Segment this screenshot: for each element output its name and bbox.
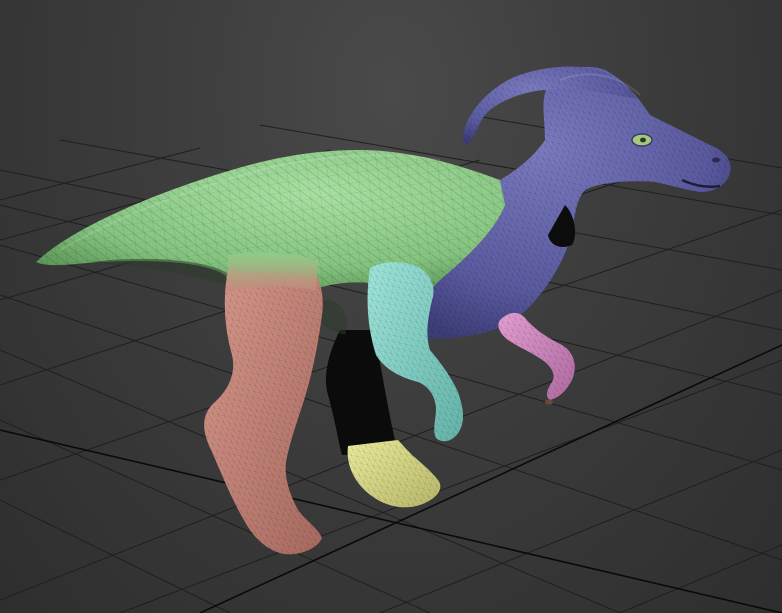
hind-foot-left bbox=[347, 440, 441, 508]
viewport-canvas[interactable] bbox=[0, 0, 782, 613]
eye bbox=[631, 133, 653, 147]
hind-leg-right bbox=[204, 252, 323, 555]
3d-viewport[interactable] bbox=[0, 0, 782, 613]
front-arm-left bbox=[498, 312, 575, 405]
